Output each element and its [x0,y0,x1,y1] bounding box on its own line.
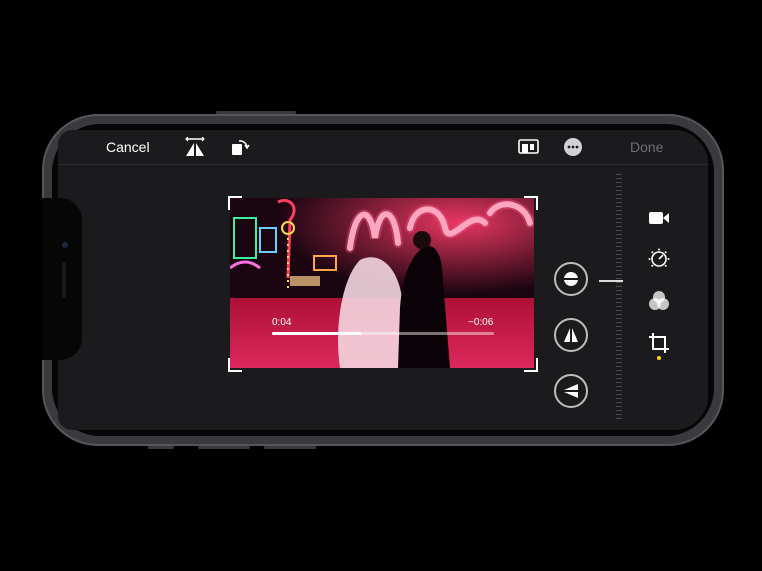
rotation-tick [616,258,622,259]
rotation-tick [616,362,622,363]
rotation-tick [616,294,622,295]
elapsed-time: 0:04 [272,317,292,328]
rotation-tick [616,306,622,307]
rotation-tick [616,206,622,207]
rotation-tick [616,218,622,219]
rotation-tick [616,262,622,263]
adjust-icon[interactable] [648,248,670,270]
rotation-tick [616,246,622,247]
rotation-tick [616,378,622,379]
rotation-tick [616,402,622,403]
video-frame-image [230,198,534,368]
vertical-perspective-button[interactable] [554,318,588,352]
rotation-tick [616,198,622,199]
video-scrubber[interactable] [272,332,494,335]
volume-up-button [264,446,316,449]
rotation-tick [616,342,622,343]
rotation-tick [616,390,622,391]
scrubber-progress [272,332,361,335]
rotation-tick [616,250,622,251]
rotation-tick [616,282,622,283]
rotation-tick [616,386,622,387]
rotation-tick [616,190,622,191]
crop-icon[interactable] [648,332,670,354]
rotation-tick [616,326,622,327]
rotation-tick [616,290,622,291]
edit-toolbar: Cancel Done [58,130,708,165]
rotation-tick [616,418,622,419]
video-preview[interactable]: 0:04 −0:06 [230,198,534,368]
horizontal-perspective-icon [564,384,578,398]
rotation-tick [616,174,622,175]
rotation-tick [616,338,622,339]
rotation-tick [616,254,622,255]
rotation-tick [616,238,622,239]
remaining-time: −0:06 [468,317,494,328]
flip-horizontal-icon[interactable] [184,137,206,157]
rotation-tick [616,214,622,215]
done-button[interactable]: Done [630,139,663,155]
rotation-tick [616,366,622,367]
rotation-tick [616,202,622,203]
rotation-tick [616,346,622,347]
rotation-tick [616,394,622,395]
straighten-button[interactable] [554,262,588,296]
rotation-tick [616,278,622,279]
video-icon[interactable] [648,210,670,226]
rotation-tick [616,334,622,335]
more-icon[interactable] [563,137,583,157]
crop-handle-bottom-left[interactable] [228,358,242,372]
filters-icon[interactable] [648,290,670,312]
horizontal-perspective-button[interactable] [554,374,588,408]
aspect-ratio-icon[interactable] [518,138,540,156]
crop-handle-top-left[interactable] [228,196,242,210]
rotation-tick [616,354,622,355]
rotate-icon[interactable] [230,137,250,157]
rotation-tick [616,314,622,315]
rotation-tick [616,298,622,299]
rotation-dial[interactable] [611,174,627,422]
rotation-tick [616,330,622,331]
crop-handle-top-right[interactable] [524,196,538,210]
rotation-tick [616,382,622,383]
rotation-tick [616,234,622,235]
crop-handle-bottom-right[interactable] [524,358,538,372]
volume-down-button [198,446,250,449]
rotation-tick [616,398,622,399]
edit-screen: Cancel Done 0:04 −0:06 [58,130,708,430]
rotation-tick [616,242,622,243]
cancel-button[interactable]: Cancel [106,139,150,155]
rotation-tick [616,266,622,267]
rotation-indicator [599,280,623,282]
rotation-tick [616,186,622,187]
rotation-tick [616,286,622,287]
rotation-tick [616,374,622,375]
rotation-tick [616,194,622,195]
earpiece-speaker [62,262,66,298]
rotation-tick [616,210,622,211]
rotation-tick [616,222,622,223]
rotation-tick [616,270,622,271]
rotation-tick [616,226,622,227]
rotation-tick [616,406,622,407]
rotation-tick [616,230,622,231]
front-camera [62,242,68,248]
rotation-tick [616,410,622,411]
rotation-tick [616,178,622,179]
rotation-tick [616,318,622,319]
rotation-tick [616,414,622,415]
vertical-perspective-icon [564,328,578,342]
rotation-tick [616,350,622,351]
crop-selected-indicator [657,356,661,360]
side-button [148,446,174,449]
rotation-tick [616,310,622,311]
rotation-tick [616,370,622,371]
rotation-tick [616,182,622,183]
rotation-tick [616,302,622,303]
rotation-tick [616,322,622,323]
rotation-tick [616,358,622,359]
rotation-tick [616,274,622,275]
volume-button [216,111,296,114]
straighten-icon [563,272,579,286]
